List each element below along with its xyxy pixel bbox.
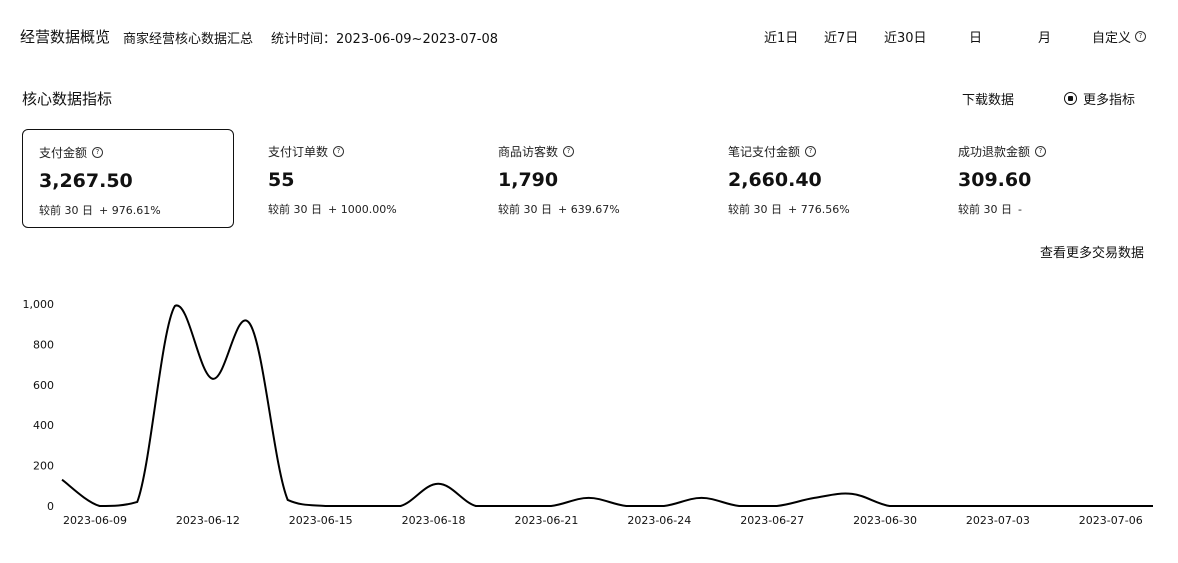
help-icon: ? (333, 146, 345, 157)
compare-value: + 639.67% (558, 203, 620, 216)
data-point[interactable] (134, 499, 140, 505)
data-point[interactable] (623, 503, 629, 509)
download-data-link[interactable]: 下载数据 (962, 89, 1014, 108)
page-subtitle: 商家经营核心数据汇总 (123, 32, 254, 47)
data-point[interactable] (360, 503, 366, 509)
settings-icon (1064, 92, 1077, 105)
more-trade-data-link[interactable]: 查看更多交易数据 (1040, 242, 1144, 261)
range-7d-button[interactable]: 近7日 (824, 27, 858, 46)
help-icon: ? (563, 146, 575, 157)
compare-label: 较前 30 日 (728, 203, 782, 216)
x-tick-label: 2023-06-24 (627, 514, 691, 527)
data-point[interactable] (473, 503, 479, 509)
data-point[interactable] (322, 503, 328, 509)
series-line (61, 304, 1153, 508)
compare-value: - (1018, 203, 1022, 216)
metric-card-refund-amount[interactable]: 成功退款金额? 309.60 较前 30 日- (942, 129, 1154, 228)
metric-value: 1,790 (498, 169, 559, 191)
metric-label: 商品访客数 (498, 145, 559, 159)
y-tick-label: 200 (33, 460, 54, 473)
data-point[interactable] (849, 491, 855, 497)
data-point[interactable] (736, 503, 742, 509)
data-point[interactable] (510, 503, 516, 509)
metric-card-product-visitors[interactable]: 商品访客数? 1,790 较前 30 日 + 639.67% (482, 129, 694, 228)
metric-label: 笔记支付金额 (728, 145, 801, 159)
metric-value: 309.60 (958, 169, 1032, 191)
page-title: 经营数据概览 (20, 28, 111, 46)
metric-value: 3,267.50 (39, 170, 133, 192)
metric-label: 支付金额 (39, 146, 88, 160)
compare-value: + 776.56% (788, 203, 850, 216)
compare-label: 较前 30 日 (958, 203, 1012, 216)
metric-label: 成功退款金额 (958, 145, 1031, 159)
data-point[interactable] (285, 497, 291, 503)
more-metrics-label: 更多指标 (1083, 93, 1136, 108)
data-point[interactable] (435, 481, 441, 487)
x-tick-label: 2023-07-06 (1079, 514, 1143, 527)
compare-label: 较前 30 日 (498, 203, 552, 216)
y-tick-label: 600 (33, 379, 54, 392)
data-point[interactable] (924, 503, 930, 509)
metric-card-payment-amount[interactable]: 支付金额? 3,267.50 较前 30 日 + 976.61% (22, 129, 234, 228)
data-point[interactable] (209, 376, 215, 382)
y-tick-label: 800 (33, 338, 54, 351)
data-point[interactable] (1000, 503, 1006, 509)
help-icon: ? (92, 147, 104, 158)
range-30d-button[interactable]: 近30日 (884, 27, 927, 46)
help-icon: ? (805, 146, 817, 157)
data-point[interactable] (1112, 503, 1118, 509)
range-day-button[interactable]: 日 (969, 27, 982, 46)
y-tick-label: 0 (47, 500, 54, 513)
custom-range-button[interactable]: 自定义 ? (1092, 27, 1147, 46)
x-tick-label: 2023-06-09 (63, 514, 127, 527)
data-point[interactable] (887, 503, 893, 509)
metric-value: 55 (268, 169, 295, 191)
range-1d-button[interactable]: 近1日 (764, 27, 798, 46)
data-point[interactable] (1150, 503, 1156, 509)
x-tick-label: 2023-06-18 (402, 514, 466, 527)
x-tick-label: 2023-06-12 (176, 514, 240, 527)
help-icon: ? (1035, 146, 1047, 157)
custom-range-label: 自定义 (1092, 31, 1132, 46)
metric-value: 2,660.40 (728, 169, 822, 191)
y-tick-label: 1,000 (23, 298, 55, 311)
payment-trend-chart: 0 200 400 600 800 1,000 2023-06-09 2023-06-12 20… (23, 298, 1156, 527)
y-tick-label: 400 (33, 419, 54, 432)
x-tick-label: 2023-06-27 (740, 514, 804, 527)
metric-card-note-payment-amount[interactable]: 笔记支付金额? 2,660.40 较前 30 日 + 776.56% (712, 129, 924, 228)
compare-label: 较前 30 日 (39, 204, 93, 217)
help-icon: ? (1135, 31, 1147, 42)
data-point[interactable] (548, 503, 554, 509)
more-metrics-button[interactable]: 更多指标 (1064, 89, 1135, 108)
compare-value: + 1000.00% (328, 203, 397, 216)
compare-value: + 976.61% (99, 204, 161, 217)
data-point[interactable] (661, 503, 667, 509)
data-point[interactable] (774, 503, 780, 509)
metric-card-order-count[interactable]: 支付订单数? 55 较前 30 日 + 1000.00% (252, 129, 464, 228)
x-tick-label: 2023-06-15 (289, 514, 353, 527)
data-point[interactable] (247, 321, 253, 327)
x-tick-label: 2023-06-30 (853, 514, 917, 527)
data-point[interactable] (962, 503, 968, 509)
data-point[interactable] (398, 503, 404, 509)
data-point[interactable] (699, 495, 705, 501)
data-point[interactable] (59, 477, 65, 483)
data-point[interactable] (172, 303, 178, 309)
data-point[interactable] (97, 503, 103, 509)
data-point[interactable] (811, 495, 817, 501)
section-title: 核心数据指标 (22, 90, 113, 108)
x-tick-label: 2023-07-03 (966, 514, 1030, 527)
range-month-button[interactable]: 月 (1038, 27, 1051, 46)
data-point[interactable] (1075, 503, 1081, 509)
x-tick-label: 2023-06-21 (514, 514, 578, 527)
metric-label: 支付订单数 (268, 145, 329, 159)
stat-time-label: 统计时间：2023-06-09~2023-07-08 (271, 32, 498, 47)
data-point[interactable] (1037, 503, 1043, 509)
data-point[interactable] (586, 495, 592, 501)
compare-label: 较前 30 日 (268, 203, 322, 216)
